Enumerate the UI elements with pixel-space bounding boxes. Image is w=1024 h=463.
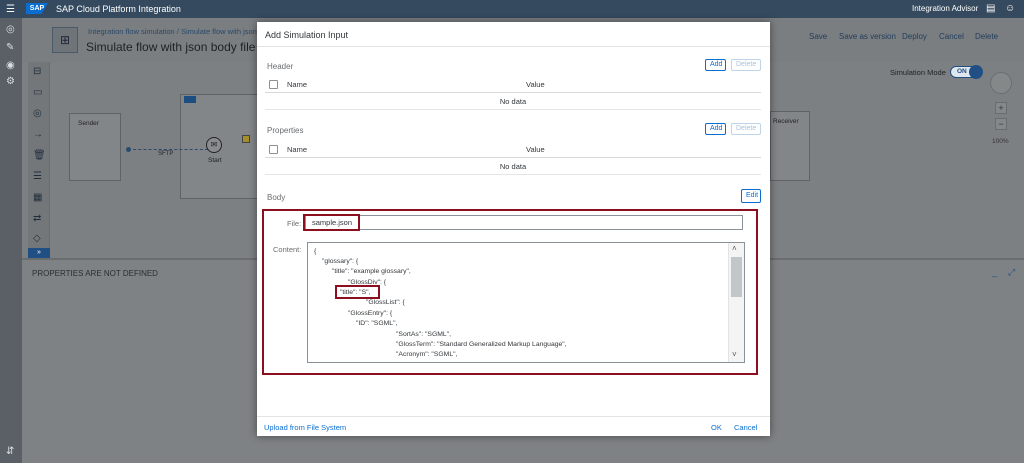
notifications-icon[interactable]: ▤ <box>986 3 995 14</box>
monitor-eye-icon[interactable]: ◉ <box>6 60 15 71</box>
zoom-in-icon[interactable]: + <box>995 102 1007 114</box>
title-highlight-box <box>335 285 380 299</box>
properties-name-column: Name <box>287 145 308 154</box>
pan-navigation-icon[interactable] <box>990 72 1012 94</box>
header-name-column: Name <box>287 80 308 89</box>
content-label: Content: <box>273 245 302 254</box>
design-pencil-icon[interactable]: ✎ <box>6 42 14 53</box>
events-icon[interactable]: ◎ <box>33 108 42 119</box>
integration-advisor-link[interactable]: Integration Advisor <box>912 4 978 13</box>
page-title: Simulate flow with json body file <box>86 40 256 54</box>
json-line: "GlossList": { <box>366 299 405 306</box>
scroll-down-chevron-icon[interactable]: ˅ <box>732 350 737 359</box>
deploy-button[interactable]: Deploy <box>902 32 927 41</box>
start-event-envelope-icon[interactable]: ✉ <box>206 137 222 153</box>
simulation-mode-label: Simulation Mode <box>890 68 946 77</box>
json-line: "title": "example glossary", <box>332 268 411 275</box>
swap-icon[interactable]: ⇄ <box>33 213 41 224</box>
list-icon[interactable]: ☰ <box>33 171 42 182</box>
simulation-mode-toggle[interactable]: ON <box>950 65 983 79</box>
json-line: "GlossTerm": "Standard Generalized Marku… <box>396 341 567 348</box>
receiver-pool[interactable]: Receiver <box>770 111 810 181</box>
left-navigation-rail: ◎ ✎ ◉ ⚙ ⇵ <box>0 18 22 463</box>
message-flow-start-dot <box>126 147 131 152</box>
json-line: "Acronym": "SGML", <box>396 351 458 358</box>
properties-empty-label: PROPERTIES ARE NOT DEFINED <box>32 269 158 278</box>
json-line: "SortAs": "SGML", <box>396 331 451 338</box>
step-marker-icon[interactable] <box>242 135 250 143</box>
navigation-collapse-icon[interactable]: ⇵ <box>6 446 14 457</box>
sender-label: Sender <box>78 120 99 127</box>
adapter-label: SFTP <box>158 151 174 157</box>
header-no-data: No data <box>265 93 761 110</box>
header-add-button[interactable]: Add <box>705 59 726 71</box>
settings-icon[interactable]: ⚙ <box>6 76 15 87</box>
properties-table-head: Name Value <box>265 141 761 158</box>
properties-section-label: Properties <box>267 126 304 135</box>
header-value-column: Value <box>526 80 545 89</box>
breadcrumb[interactable]: Integration flow simulation / Simulate f… <box>88 27 257 36</box>
process-icon[interactable]: ▭ <box>33 87 42 98</box>
content-textarea[interactable]: { "glossary": { "title": "example glossa… <box>307 242 745 363</box>
save-button[interactable]: Save <box>809 32 827 41</box>
cancel-button[interactable]: Cancel <box>734 423 757 432</box>
file-field[interactable] <box>305 215 743 230</box>
header-delete-button[interactable]: Delete <box>731 59 761 71</box>
scrollbar-thumb[interactable] <box>731 257 742 297</box>
json-line: "glossary": { <box>322 258 359 265</box>
gateway-icon[interactable]: ◇ <box>33 233 41 244</box>
integration-flow-icon: ⊞ <box>52 27 78 53</box>
delete-header-button[interactable]: Delete <box>975 32 998 41</box>
file-highlight-box <box>303 214 360 231</box>
zoom-out-icon[interactable]: − <box>995 118 1007 130</box>
file-label: File: <box>287 219 302 228</box>
header-section-label: Header <box>267 62 294 71</box>
body-section-label: Body <box>267 193 286 202</box>
calendar-icon[interactable]: ▦ <box>33 192 42 203</box>
dialog-title: Add Simulation Input <box>257 22 770 47</box>
properties-select-all-checkbox[interactable] <box>269 145 278 154</box>
maximize-icon[interactable]: ⤢ <box>1008 267 1015 278</box>
connector-arrow-icon[interactable]: → <box>33 129 43 140</box>
user-icon[interactable]: ☺ <box>1005 3 1015 14</box>
delete-icon[interactable]: 🗑 <box>33 150 46 161</box>
expand-chevron-icon[interactable]: » <box>28 248 50 258</box>
toggle-knob <box>969 65 983 79</box>
json-line: { <box>314 248 317 255</box>
sender-pool[interactable]: Sender <box>69 113 121 181</box>
start-label: Start <box>208 157 222 164</box>
cancel-header-button[interactable]: Cancel <box>939 32 964 41</box>
discover-icon[interactable]: ◎ <box>6 24 15 35</box>
participants-icon[interactable]: ⊟ <box>33 66 41 77</box>
toggle-state-text: ON <box>957 68 967 75</box>
shell-bar: ☰ SAP SAP Cloud Platform Integration Int… <box>0 0 1024 18</box>
upload-from-file-system-link[interactable]: Upload from File System <box>264 423 346 432</box>
palette-toolbar: ⊟ ▭ ◎ → 🗑 ☰ ▦ ⇄ ◇ » <box>28 62 50 258</box>
properties-delete-button[interactable]: Delete <box>731 123 761 135</box>
minimize-icon[interactable]: _ <box>992 267 997 277</box>
save-as-version-button[interactable]: Save as version <box>839 32 896 41</box>
ok-button[interactable]: OK <box>711 423 722 432</box>
receiver-label: Receiver <box>773 118 799 125</box>
json-line: "ID": "SGML", <box>356 320 398 327</box>
sap-logo: SAP <box>26 3 48 14</box>
sap-chip <box>184 96 196 103</box>
json-line: "GlossEntry": { <box>348 310 393 317</box>
zoom-level: 100% <box>992 138 1009 145</box>
properties-no-data: No data <box>265 158 761 175</box>
menu-icon[interactable]: ☰ <box>6 4 15 15</box>
properties-value-column: Value <box>526 145 545 154</box>
body-edit-button[interactable]: Edit <box>741 189 761 203</box>
message-flow-line[interactable] <box>128 149 208 150</box>
scroll-up-chevron-icon[interactable]: ˄ <box>732 244 737 253</box>
content-scrollbar[interactable]: ˄ ˅ <box>728 243 744 362</box>
header-table-head: Name Value <box>265 76 761 93</box>
header-select-all-checkbox[interactable] <box>269 80 278 89</box>
app-title: SAP Cloud Platform Integration <box>56 4 181 14</box>
properties-add-button[interactable]: Add <box>705 123 726 135</box>
